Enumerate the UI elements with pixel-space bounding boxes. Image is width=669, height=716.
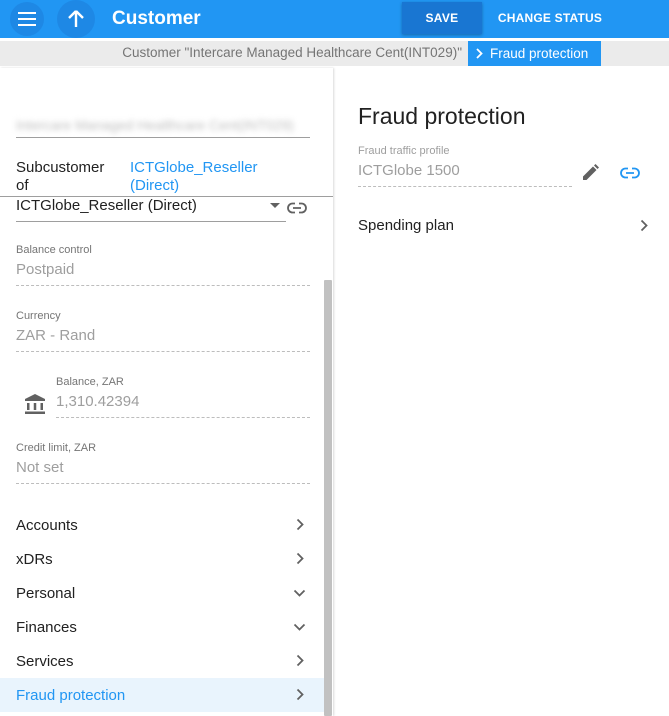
menu-icon [18,12,36,26]
balance-control-field: Balance control Postpaid [16,244,310,286]
subcustomer-link[interactable]: ICTGlobe_Reseller (Direct) [130,159,280,195]
nav-item-personal[interactable]: Personal [0,576,324,610]
chevron-right-icon [640,219,648,232]
fraud-profile-value: ICTGlobe 1500 [358,162,572,187]
nav-item-xdrs[interactable]: xDRs [0,542,324,576]
subcustomer-select[interactable]: ICTGlobe_Reseller (Direct) [16,196,286,222]
link-icon[interactable] [287,200,307,216]
nav-item-label: Services [16,652,74,670]
menu-button[interactable] [10,2,44,36]
balance-control-value: Postpaid [16,261,310,286]
subcustomer-label: Subcustomer of [16,159,105,194]
customer-name-field[interactable]: Intercare Managed Healthcare Cent(INT029… [16,112,310,138]
nav-item-label: Accounts [16,516,78,534]
nav-item-finances[interactable]: Finances [0,610,324,644]
chevron-down-icon [293,589,306,597]
nav-item-label: Finances [16,618,77,636]
chevron-down-icon [293,623,306,631]
edit-icon[interactable] [580,163,600,183]
fraud-profile-field: Fraud traffic profile ICTGlobe 1500 [358,145,572,187]
nav-item-label: xDRs [16,550,53,568]
credit-limit-label: Credit limit, ZAR [16,442,97,454]
section-title: Fraud protection [358,103,526,129]
customer-sidebar: Intercare Managed Healthcare Cent(INT029… [0,68,333,716]
page-title: Customer [112,8,201,29]
nav-item-services[interactable]: Services [0,644,324,678]
breadcrumb-current: Fraud protection [468,41,601,66]
balance-value: 1,310.42394 [56,393,310,418]
breadcrumb-current-label: Fraud protection [490,46,589,61]
balance-label: Balance, ZAR [56,376,124,388]
link-icon[interactable] [619,165,641,181]
balance-field: Balance, ZAR 1,310.42394 [56,376,310,418]
spending-plan-label: Spending plan [358,216,454,234]
caret-down-icon [270,203,280,208]
bank-icon [25,394,45,414]
nav-item-label: Personal [16,584,76,602]
save-button[interactable]: SAVE [402,2,482,34]
nav-item-label: Fraud protection [16,686,126,704]
breadcrumb-customer[interactable]: Customer "Intercare Managed Healthcare C… [122,45,462,60]
currency-field: Currency ZAR - Rand [16,310,310,352]
chevron-right-icon [476,48,483,59]
subcustomer-select-value: ICTGlobe_Reseller (Direct) [16,197,197,214]
nav-item-fraud-protection[interactable]: Fraud protection [0,678,324,712]
credit-limit-value: Not set [16,459,310,484]
breadcrumb: Customer "Intercare Managed Healthcare C… [0,41,669,66]
chevron-right-icon [296,552,304,565]
change-status-button[interactable]: CHANGE STATUS [490,2,610,34]
nav-item-accounts[interactable]: Accounts [0,508,324,542]
chevron-right-icon [296,688,304,701]
chevron-right-icon [296,654,304,667]
chevron-right-icon [296,518,304,531]
app-header: Customer SAVE CHANGE STATUS [0,0,669,38]
currency-label: Currency [16,310,61,322]
scrollbar[interactable] [324,280,332,716]
fraud-profile-label: Fraud traffic profile [358,145,450,157]
arrow-up-icon [68,10,84,27]
balance-control-label: Balance control [16,244,92,256]
currency-value: ZAR - Rand [16,327,310,352]
up-button[interactable] [57,0,95,38]
credit-limit-field: Credit limit, ZAR Not set [16,442,310,484]
customer-name-blurred: Intercare Managed Healthcare Cent(INT029… [16,117,294,133]
spending-plan-item[interactable]: Spending plan [358,208,658,242]
